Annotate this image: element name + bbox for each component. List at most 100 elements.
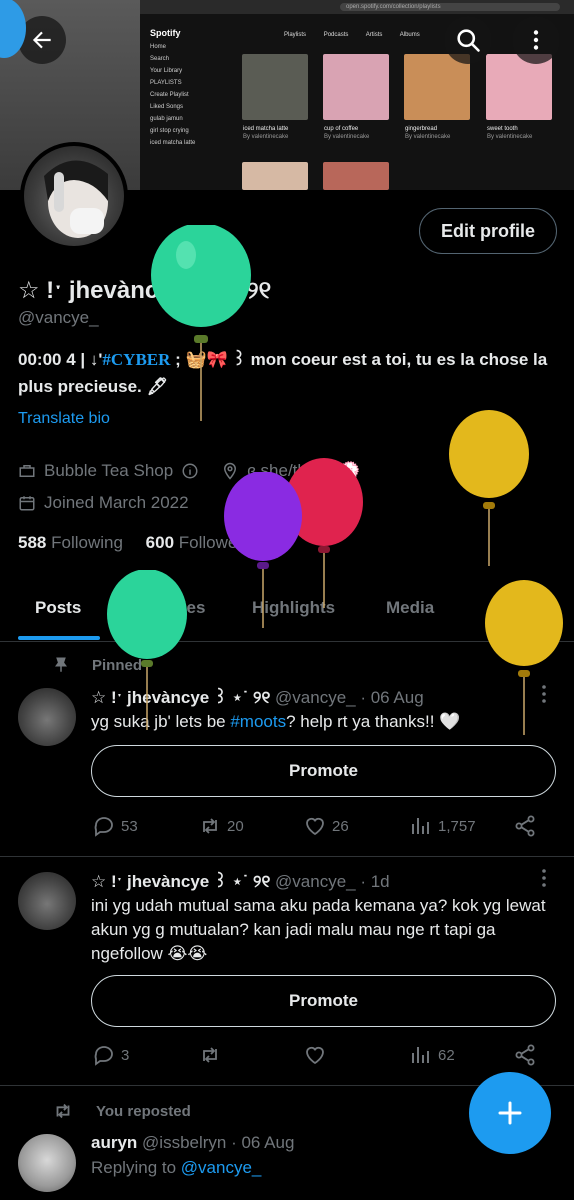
post-divider bbox=[0, 856, 574, 857]
spotify-playlist-item: iced matcha latte bbox=[150, 140, 196, 146]
like-button[interactable] bbox=[303, 1043, 332, 1067]
heart-icon bbox=[306, 1046, 324, 1065]
post-meta: @issbelryn · 06 Aug bbox=[142, 1133, 295, 1152]
spotify-tile-author: By valentinecake bbox=[324, 134, 370, 140]
bio-prefix: 00:00 4 | ↓' bbox=[18, 350, 103, 369]
post-text: yg suka jb' lets be #moots? help rt ya t… bbox=[91, 710, 555, 734]
post-meta: @vancye_ · 06 Aug bbox=[275, 688, 424, 707]
profile-handle: @vancye_ bbox=[18, 308, 99, 327]
back-button[interactable] bbox=[18, 16, 66, 64]
repost-button[interactable]: 20 bbox=[198, 814, 244, 838]
post-avatar[interactable] bbox=[18, 688, 76, 746]
spotify-tab: Artists bbox=[365, 32, 383, 38]
translate-bio-link[interactable]: Translate bio bbox=[18, 410, 110, 428]
tab-likes[interactable]: Likes bbox=[508, 598, 551, 618]
profile-avatar[interactable] bbox=[20, 142, 128, 250]
reply-icon bbox=[94, 817, 113, 837]
heart-icon bbox=[306, 817, 324, 836]
tab-replies[interactable]: Replies bbox=[145, 598, 205, 618]
search-button[interactable] bbox=[444, 16, 492, 64]
post-text: ini yg udah mutual sama aku pada kemana … bbox=[91, 896, 546, 963]
promote-button[interactable]: Promote bbox=[91, 745, 556, 797]
active-tab-indicator bbox=[18, 636, 100, 640]
spotify-nav-library: Your Library bbox=[150, 68, 183, 74]
view-count: 62 bbox=[438, 1046, 455, 1064]
spotify-tile bbox=[242, 162, 308, 190]
replying-handle[interactable]: @vancye_ bbox=[181, 1158, 262, 1177]
like-button[interactable]: 26 bbox=[303, 814, 349, 838]
repost-button[interactable] bbox=[198, 1043, 227, 1067]
repost-icon bbox=[203, 1047, 217, 1063]
pinned-label: Pinned bbox=[92, 656, 143, 674]
spotify-tile bbox=[323, 162, 389, 190]
post-author-name[interactable]: ☆ !ˑ jhevàncye ꒱ ⋆˙ ୨୧ bbox=[91, 872, 270, 891]
more-vertical-icon bbox=[542, 869, 546, 887]
reply-button[interactable]: 3 bbox=[92, 1043, 129, 1067]
reply-count: 53 bbox=[121, 817, 138, 835]
tab-posts[interactable]: Posts bbox=[35, 598, 81, 618]
followers-link[interactable]: 600 Followers bbox=[146, 533, 252, 552]
share-button[interactable] bbox=[513, 814, 542, 838]
post-more-button[interactable] bbox=[536, 684, 552, 710]
banner-spotify-tabs: Playlists Podcasts Artists Albums bbox=[284, 32, 436, 38]
location-icon bbox=[224, 462, 237, 480]
spotify-tile bbox=[323, 54, 389, 120]
bio-hashtag[interactable]: #CYBER bbox=[102, 350, 170, 369]
profile-joined-row: Joined March 2022 bbox=[18, 493, 189, 513]
search-icon bbox=[457, 29, 480, 52]
spotify-tile-title: sweet tooth bbox=[487, 126, 518, 132]
analytics-icon bbox=[412, 818, 429, 834]
spotify-tile bbox=[242, 54, 308, 120]
share-icon bbox=[515, 1044, 535, 1066]
more-button[interactable] bbox=[512, 16, 560, 64]
post-header: auryn @issbelryn · 06 Aug bbox=[91, 1133, 294, 1153]
compose-button[interactable] bbox=[469, 1072, 551, 1154]
spotify-playlist-item: gulab jamun bbox=[150, 116, 183, 122]
more-vertical-icon bbox=[533, 30, 539, 50]
info-icon[interactable] bbox=[181, 462, 199, 480]
profile-display-name: ☆ !ˑ jhevàncye ꒱ ⋆˙ ୨୧ bbox=[18, 277, 272, 304]
post-header: ☆ !ˑ jhevàncye ꒱ ⋆˙ ୨୧ @vancye_ · 06 Aug bbox=[91, 686, 424, 708]
briefcase-icon bbox=[19, 465, 35, 477]
post-author-name[interactable]: ☆ !ˑ jhevàncye ꒱ ⋆˙ ୨୧ bbox=[91, 688, 270, 707]
following-label: Following bbox=[51, 533, 123, 552]
spotify-playlists-header: PLAYLISTS bbox=[150, 80, 182, 86]
avatar-image bbox=[44, 160, 108, 238]
repost-icon bbox=[56, 1103, 70, 1119]
views-button[interactable]: 1,757 bbox=[409, 814, 476, 838]
balloon-yellow-icon bbox=[449, 410, 529, 566]
following-link[interactable]: 588 Following bbox=[18, 533, 123, 552]
share-button[interactable] bbox=[513, 1043, 542, 1067]
post-avatar[interactable] bbox=[18, 1134, 76, 1192]
views-button[interactable]: 62 bbox=[409, 1043, 455, 1067]
spotify-nav-search: Search bbox=[150, 56, 170, 62]
like-count: 26 bbox=[332, 817, 349, 835]
spotify-tile-title: cup of coffee bbox=[324, 126, 359, 132]
repost-icon bbox=[203, 818, 217, 834]
spotify-tile-author: By valentinecake bbox=[405, 134, 451, 140]
post-header: ☆ !ˑ jhevàncye ꒱ ⋆˙ ୨୧ @vancye_ · 1d bbox=[91, 870, 390, 892]
banner-spotify-sidebar: Spotify Home Search Your Library PLAYLIS… bbox=[150, 28, 226, 190]
tab-highlights[interactable]: Highlights bbox=[252, 598, 335, 618]
arrow-left-icon bbox=[32, 31, 51, 49]
spotify-tile-title: gingerbread bbox=[405, 126, 438, 132]
promote-button[interactable]: Promote bbox=[91, 975, 556, 1027]
spotify-tile bbox=[404, 54, 470, 120]
spotify-tab: Playlists bbox=[284, 32, 307, 38]
spotify-tile-author: By valentinecake bbox=[487, 134, 533, 140]
post-author-name[interactable]: auryn bbox=[91, 1133, 137, 1152]
profile-tabs: Posts Replies Highlights Media Likes bbox=[0, 584, 574, 642]
spotify-tab: Podcasts bbox=[323, 32, 349, 38]
follow-stats: 588 Following 600 Followers bbox=[18, 533, 252, 553]
profile-bio: 00:00 4 | ↓'#CYBER ; 🧺🎀 ꒱ mon coeur est … bbox=[18, 346, 558, 400]
reply-button[interactable]: 53 bbox=[92, 814, 138, 838]
tab-media[interactable]: Media bbox=[386, 598, 434, 618]
post-hashtag[interactable]: #moots bbox=[230, 712, 286, 731]
edit-profile-button[interactable]: Edit profile bbox=[419, 208, 557, 254]
banner-url: open.spotify.com/collection/playlists bbox=[340, 3, 560, 11]
post-avatar[interactable] bbox=[18, 872, 76, 930]
replying-prefix: Replying to bbox=[91, 1158, 181, 1177]
post-more-button[interactable] bbox=[536, 868, 552, 894]
pinned-indicator: Pinned bbox=[52, 656, 142, 674]
spotify-playlist-item: girl stop crying bbox=[150, 128, 189, 134]
